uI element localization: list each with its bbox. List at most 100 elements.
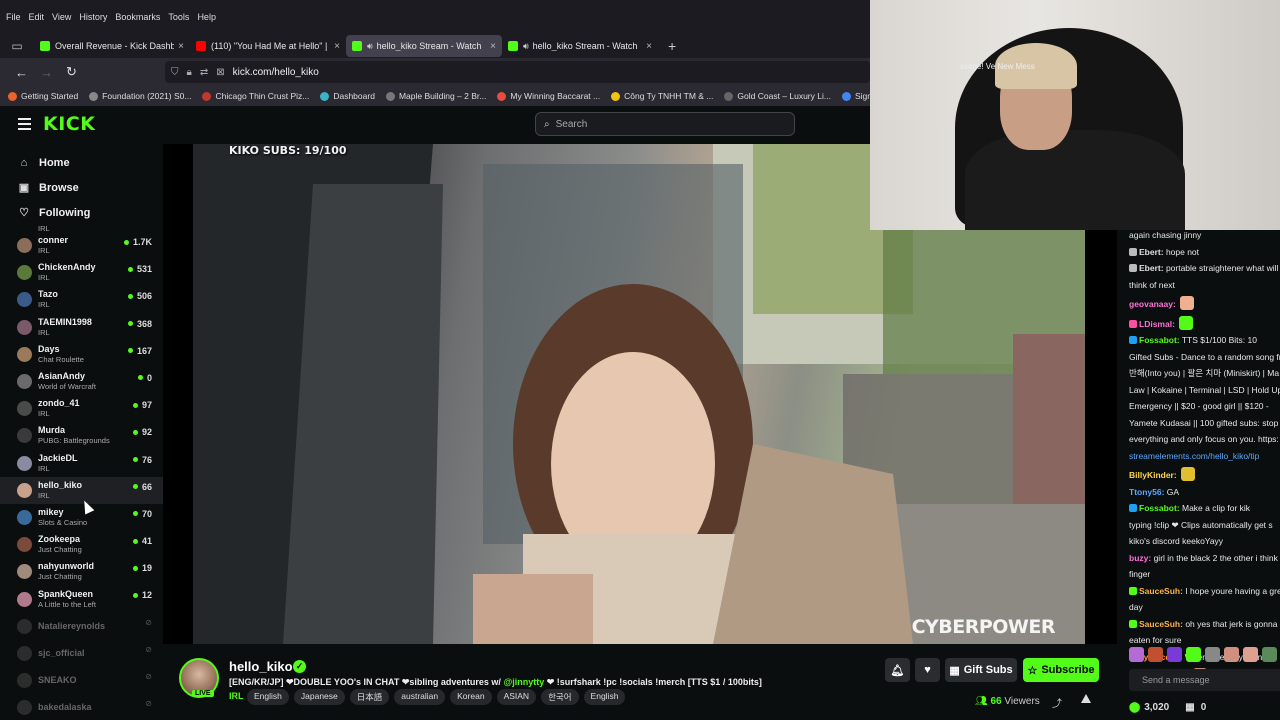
tab-favicon-icon bbox=[352, 41, 362, 51]
sidebar-item-home[interactable]: ⌂ Home bbox=[0, 150, 163, 175]
notification-bell-button[interactable]: 🔔︎ bbox=[885, 658, 910, 682]
stream-tag[interactable]: ASIAN bbox=[496, 689, 537, 705]
sidebar-channel-item[interactable]: conner IRL 1.7K bbox=[0, 232, 163, 259]
bookmark-item[interactable]: My Winning Baccarat ... bbox=[497, 91, 600, 101]
sidebar-channel-item[interactable]: SpankQueen A Little to the Left 12 bbox=[0, 585, 163, 612]
bookmark-item[interactable]: Getting Started bbox=[8, 91, 78, 101]
menu-icon[interactable] bbox=[18, 118, 31, 130]
menu-tools[interactable]: Tools bbox=[168, 12, 189, 22]
chat-username[interactable]: geovanaay: bbox=[1129, 299, 1176, 309]
close-tab-icon[interactable]: × bbox=[178, 41, 184, 52]
stream-category[interactable]: IRL bbox=[229, 691, 244, 701]
chat-input[interactable]: Send a message bbox=[1129, 669, 1280, 691]
menu-file[interactable]: File bbox=[6, 12, 21, 22]
stream-tag[interactable]: English bbox=[583, 689, 626, 705]
sidebar-channel-item[interactable]: JackieDL IRL 76 bbox=[0, 450, 163, 477]
close-tab-icon[interactable]: × bbox=[334, 41, 340, 52]
bookmark-item[interactable]: Gold Coast – Luxury Li... bbox=[724, 91, 831, 101]
sidebar-channel-item[interactable]: ChickenAndy IRL 531 bbox=[0, 259, 163, 286]
reload-icon[interactable]: ↻ bbox=[59, 64, 84, 80]
emote-icon[interactable] bbox=[1205, 647, 1220, 662]
menu-view[interactable]: View bbox=[52, 12, 71, 22]
permissions-icon[interactable]: ⇄ bbox=[200, 67, 208, 78]
chat-username[interactable]: SauceSuh: bbox=[1139, 586, 1183, 596]
shield-icon[interactable]: ⛉ bbox=[171, 67, 179, 78]
stream-title-mention[interactable]: @jinnytty bbox=[503, 677, 544, 687]
sidebar-channel-item[interactable]: SNEAKO ⊘ bbox=[0, 667, 163, 694]
share-icon[interactable]: ⤴ bbox=[1052, 695, 1062, 710]
avatar bbox=[17, 455, 32, 471]
tab-list-icon[interactable]: ▭ bbox=[0, 39, 34, 53]
bookmark-item[interactable]: Chicago Thin Crust Piz... bbox=[202, 91, 309, 101]
emote-icon[interactable] bbox=[1224, 647, 1239, 662]
chat-username[interactable]: Ttony56: bbox=[1129, 487, 1164, 497]
points-icon[interactable]: ⬤ bbox=[1129, 702, 1140, 713]
forward-icon[interactable]: → bbox=[34, 65, 59, 80]
gift-subs-button[interactable]: ▦ Gift Subs bbox=[945, 658, 1017, 682]
emote-icon[interactable] bbox=[1243, 647, 1258, 662]
sidebar-channel-item[interactable]: nahyunworld Just Chatting 19 bbox=[0, 558, 163, 585]
bookmark-item[interactable]: Sign in - Dre bbox=[841, 91, 870, 101]
streamer-name[interactable]: hello_kiko bbox=[229, 659, 293, 674]
menu-edit[interactable]: Edit bbox=[29, 12, 45, 22]
sidebar-item-following[interactable]: ♡ Following bbox=[0, 200, 163, 225]
chat-username[interactable]: buzy: bbox=[1129, 553, 1151, 563]
sidebar-item-browse[interactable]: ▣ Browse bbox=[0, 175, 163, 200]
sidebar-channel-item[interactable]: Zookeepa Just Chatting 41 bbox=[0, 531, 163, 558]
chat-username[interactable]: Ebert: bbox=[1139, 263, 1164, 273]
kick-logo[interactable]: KICK bbox=[43, 113, 95, 135]
bookmark-item[interactable]: Dashboard bbox=[320, 91, 375, 101]
chat-username[interactable]: Ebert: bbox=[1139, 247, 1164, 257]
url-bar[interactable]: ⛉ 🔒︎ ⇄ ⊠ kick.com/hello_kiko bbox=[165, 61, 870, 83]
report-icon[interactable] bbox=[1081, 694, 1091, 703]
chat-username[interactable]: LDismal: bbox=[1139, 319, 1175, 329]
sidebar-channel-item[interactable]: hello_kiko IRL 66 bbox=[0, 476, 163, 504]
sidebar-channel-item[interactable]: Murda PUBG: Battlegrounds 92 bbox=[0, 422, 163, 449]
sidebar-channel-item[interactable]: Nataliereynolds ⊘ bbox=[0, 613, 163, 640]
browser-tab[interactable]: 🔊︎ hello_kiko Stream - Watch × bbox=[346, 35, 502, 57]
menu-history[interactable]: History bbox=[79, 12, 107, 22]
browser-tab[interactable]: Overall Revenue - Kick Dashboard× bbox=[34, 35, 190, 57]
browser-tab[interactable]: 🔊︎ hello_kiko Stream - Watch × bbox=[502, 35, 658, 57]
sidebar-channel-item[interactable]: zondo_41 IRL 97 bbox=[0, 395, 163, 422]
sidebar-channel-item[interactable]: Tazo IRL 506 bbox=[0, 286, 163, 313]
chat-username[interactable]: BillyKinder: bbox=[1129, 470, 1177, 480]
chat-username[interactable]: SauceSuh: bbox=[1139, 619, 1183, 629]
follow-button[interactable]: ♥ bbox=[915, 658, 940, 682]
speaker-icon[interactable]: 🔊︎ bbox=[523, 41, 529, 52]
lock-icon[interactable]: 🔒︎ bbox=[187, 67, 192, 78]
sidebar-channel-item[interactable]: AsianAndy World of Warcraft 0 bbox=[0, 368, 163, 395]
emote-icon[interactable] bbox=[1167, 647, 1182, 662]
stream-tag[interactable]: Japanese bbox=[293, 689, 345, 705]
chat-username[interactable]: Fossabot: bbox=[1139, 335, 1180, 345]
new-tab-icon[interactable]: + bbox=[668, 38, 676, 54]
back-icon[interactable]: ← bbox=[9, 65, 34, 80]
stream-tag[interactable]: 한국어 bbox=[541, 689, 579, 705]
sidebar-channel-item[interactable]: sjc_official ⊘ bbox=[0, 640, 163, 667]
stream-tag[interactable]: English bbox=[247, 689, 289, 705]
close-tab-icon[interactable]: × bbox=[490, 41, 496, 52]
stream-tag[interactable]: Korean bbox=[450, 689, 492, 705]
search-input[interactable]: ⌕ Search bbox=[535, 112, 795, 136]
speaker-icon[interactable]: 🔊︎ bbox=[367, 41, 373, 52]
chat-username[interactable]: Fossabot: bbox=[1139, 503, 1180, 513]
emote-icon[interactable] bbox=[1262, 647, 1277, 662]
emote-icon[interactable] bbox=[1186, 647, 1201, 662]
close-tab-icon[interactable]: × bbox=[646, 41, 652, 52]
subscribe-button[interactable]: ☆ Subscribe bbox=[1023, 658, 1099, 682]
gift-icon[interactable]: ▦ bbox=[1185, 702, 1194, 713]
stream-tag[interactable]: 日本語 bbox=[349, 689, 390, 705]
menu-bookmarks[interactable]: Bookmarks bbox=[115, 12, 160, 22]
browser-tab[interactable]: (110) "You Had Me at Hello" | J × bbox=[190, 35, 346, 57]
sidebar-channel-item[interactable]: Days Chat Roulette 167 bbox=[0, 341, 163, 368]
bookmark-item[interactable]: Foundation (2021) S0... bbox=[89, 91, 191, 101]
sidebar-channel-item[interactable]: bakedalaska ⊘ bbox=[0, 694, 163, 720]
emote-icon[interactable] bbox=[1129, 647, 1144, 662]
bookmark-item[interactable]: Maple Building – 2 Br... bbox=[385, 91, 486, 101]
sidebar-channel-item[interactable]: TAEMIN1998 IRL 368 bbox=[0, 314, 163, 341]
bookmark-item[interactable]: Công Ty TNHH TM & ... bbox=[611, 91, 713, 101]
bookmark-label: Chicago Thin Crust Piz... bbox=[215, 91, 310, 101]
menu-help[interactable]: Help bbox=[197, 12, 216, 22]
stream-tag[interactable]: australian bbox=[394, 689, 446, 705]
emote-icon[interactable] bbox=[1148, 647, 1163, 662]
